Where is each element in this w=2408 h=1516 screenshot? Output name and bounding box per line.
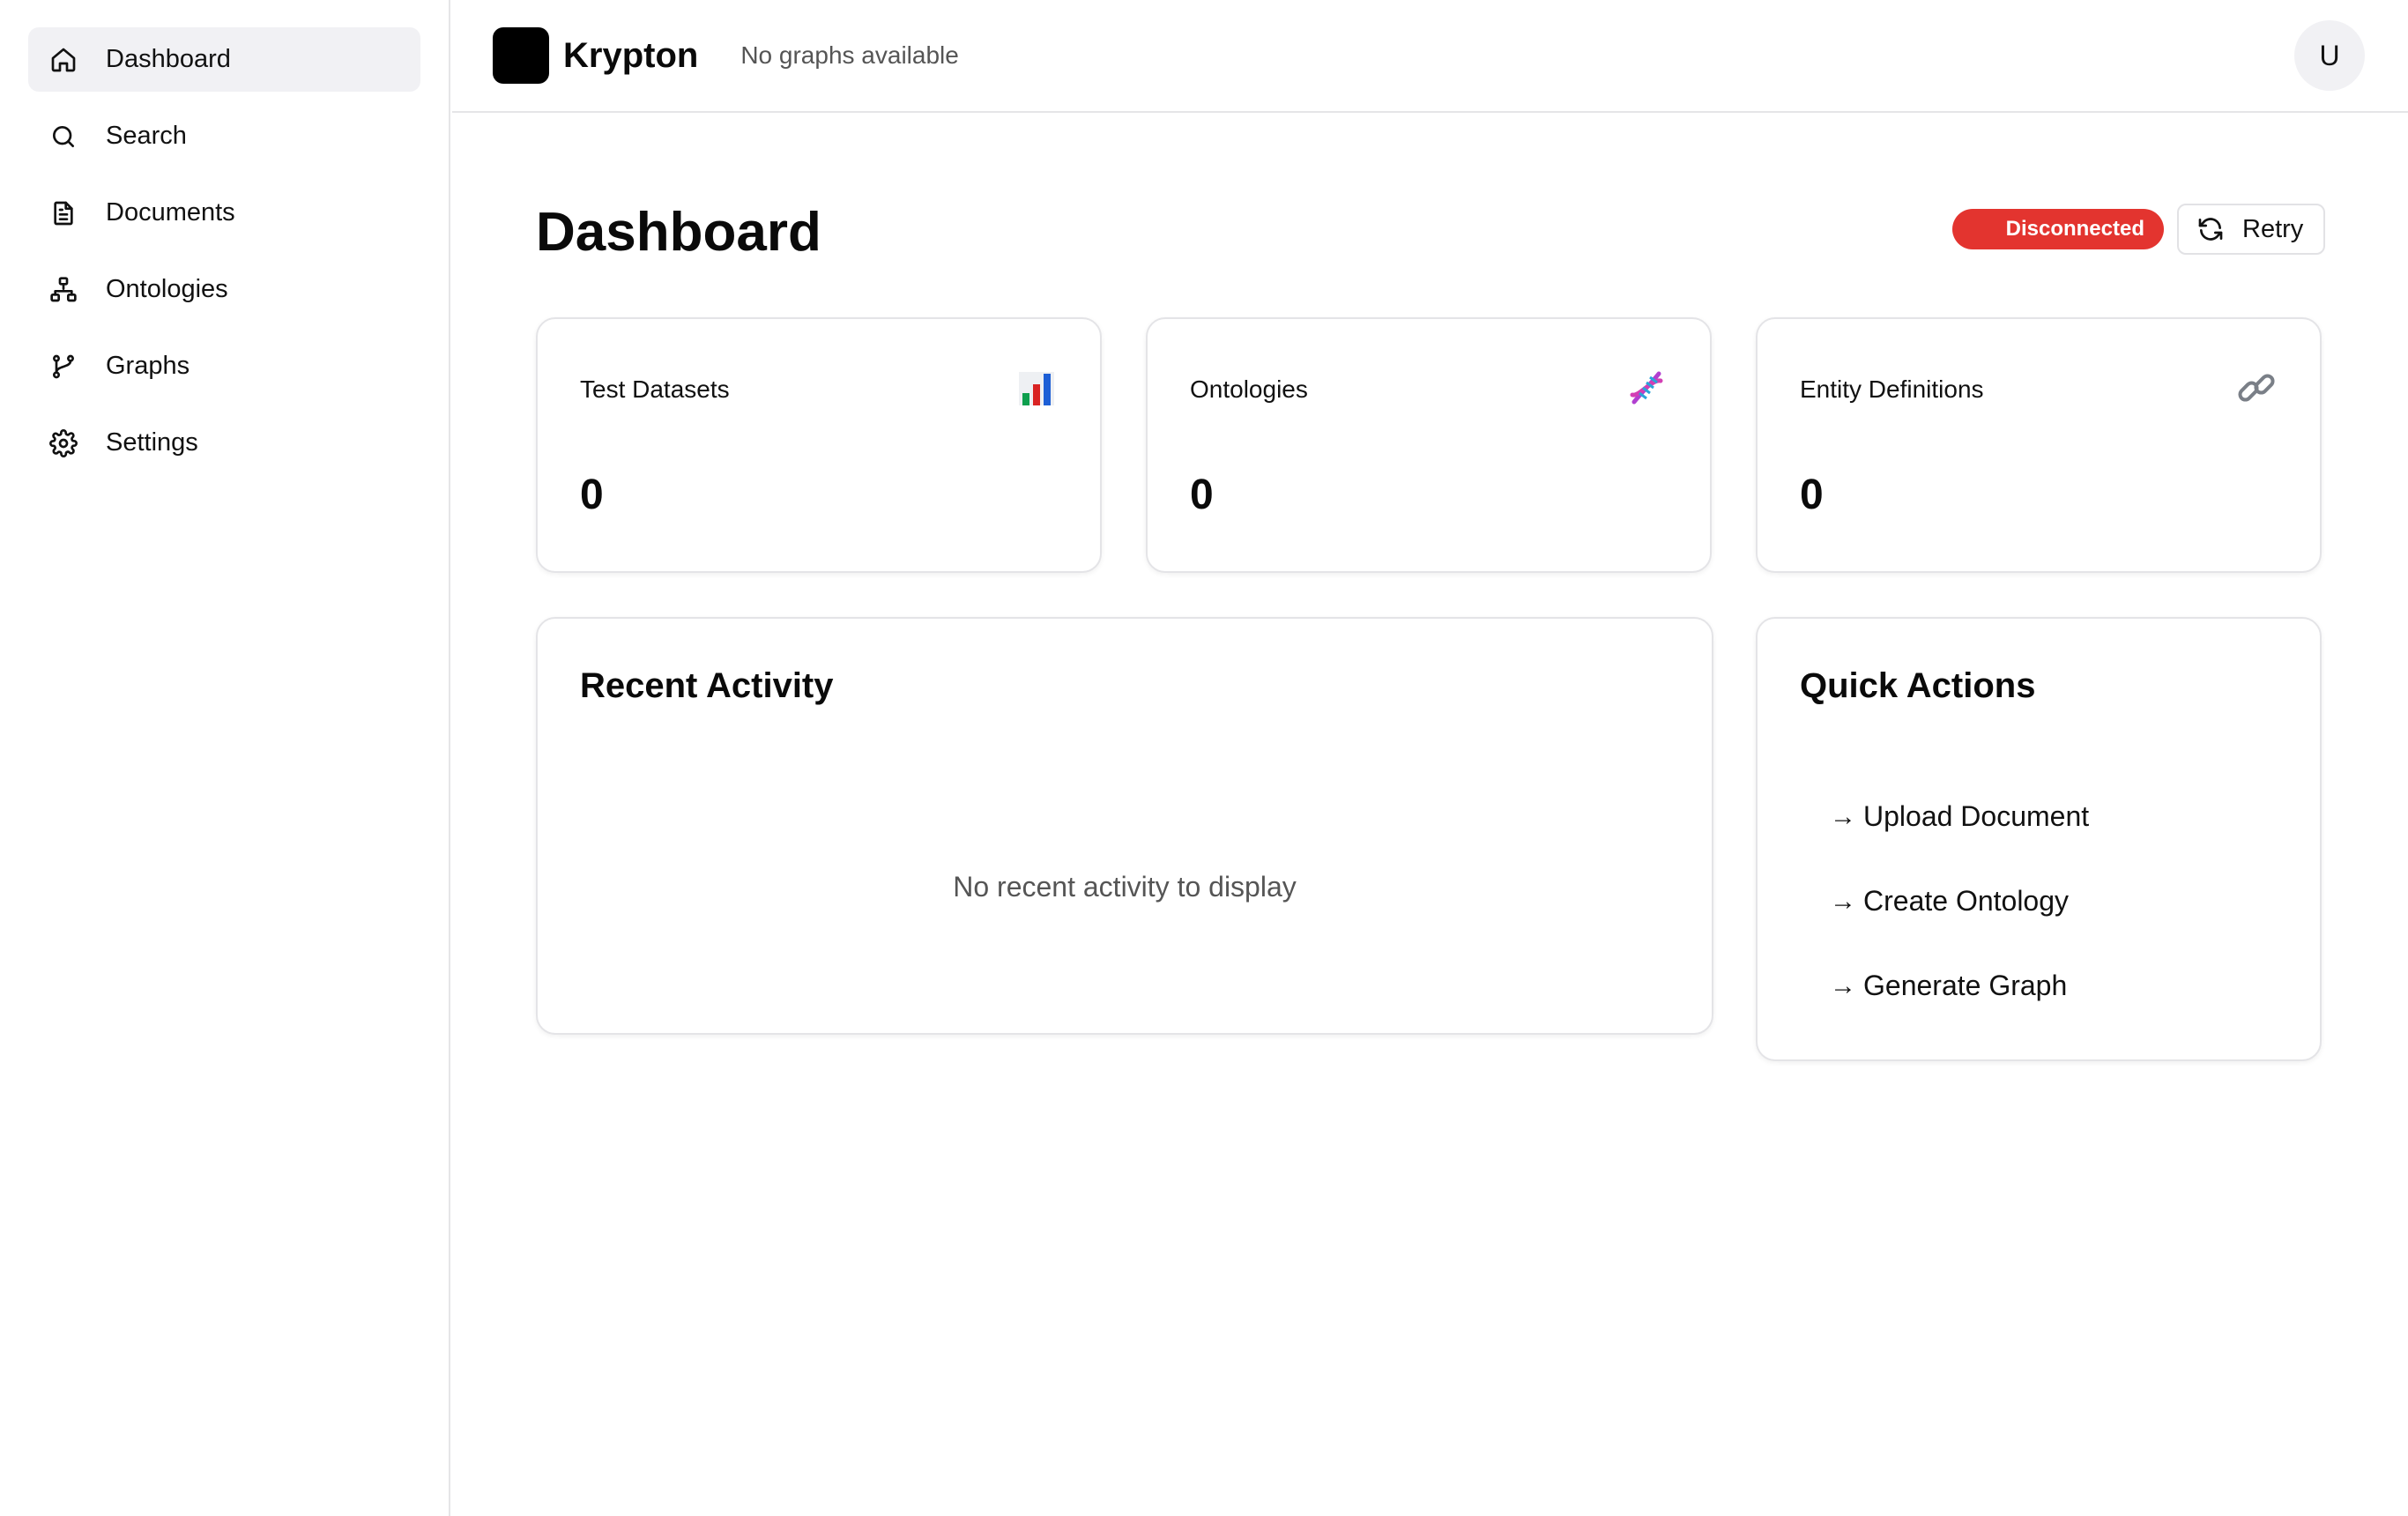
quick-actions-card: Quick Actions → Upload Document → Create… (1756, 617, 2322, 1061)
top-header: Krypton No graphs available U (452, 0, 2408, 113)
sidebar-item-settings[interactable]: Settings (28, 411, 420, 475)
page-title: Dashboard (536, 202, 821, 263)
quick-action-label: Create Ontology (1863, 885, 2070, 917)
avatar-initial: U (2319, 39, 2340, 71)
recent-activity-empty-text: No recent activity to display (953, 871, 1297, 903)
bar-chart-icon (1019, 372, 1054, 405)
git-branch-icon (48, 351, 79, 383)
sidebar-item-label: Search (106, 122, 187, 150)
stat-label: Ontologies (1190, 375, 1308, 403)
stat-card-test-datasets: Test Datasets 0 (536, 317, 1102, 573)
graph-selector-status[interactable]: No graphs available (740, 41, 959, 70)
gear-icon (48, 427, 79, 459)
sidebar-item-search[interactable]: Search (28, 104, 420, 168)
sidebar-item-label: Dashboard (106, 45, 231, 73)
sidebar-item-ontologies[interactable]: Ontologies (28, 257, 420, 322)
stat-card-ontologies: Ontologies 0 (1146, 317, 1712, 573)
sidebar-item-label: Settings (106, 428, 198, 457)
quick-action-create-ontology[interactable]: → Create Ontology (1830, 885, 2069, 918)
retry-label: Retry (2242, 214, 2304, 243)
user-avatar[interactable]: U (2294, 20, 2365, 91)
link-icon (2238, 374, 2275, 402)
brand-logo[interactable] (493, 27, 549, 84)
quick-actions-title: Quick Actions (1800, 666, 2036, 705)
stat-card-entity-definitions: Entity Definitions 0 (1756, 317, 2322, 573)
app-root: Dashboard Search Documents Ontologies Gr… (0, 0, 2408, 1516)
arrow-right-icon: → (1830, 970, 1856, 1000)
stat-label: Entity Definitions (1800, 375, 1984, 403)
stat-label: Test Datasets (580, 375, 730, 403)
quick-action-generate-graph[interactable]: → Generate Graph (1830, 970, 2067, 1002)
connection-status-badge: Disconnected (1952, 209, 2164, 249)
home-icon (48, 44, 79, 76)
sidebar-item-label: Documents (106, 198, 235, 227)
arrow-right-icon: → (1830, 886, 1856, 916)
recent-activity-card: Recent Activity No recent activity to di… (536, 617, 1713, 1035)
sidebar-item-documents[interactable]: Documents (28, 181, 420, 245)
quick-action-label: Upload Document (1863, 800, 2090, 832)
sidebar: Dashboard Search Documents Ontologies Gr… (0, 0, 450, 1516)
stat-value: 0 (580, 472, 604, 518)
document-icon (48, 197, 79, 229)
sidebar-item-label: Graphs (106, 352, 190, 380)
stat-value: 0 (1800, 472, 1824, 518)
search-icon (48, 121, 79, 152)
arrow-right-icon: → (1830, 801, 1856, 831)
recent-activity-title: Recent Activity (580, 666, 834, 705)
sidebar-item-graphs[interactable]: Graphs (28, 334, 420, 398)
brand-name[interactable]: Krypton (563, 36, 698, 76)
sidebar-item-label: Ontologies (106, 275, 228, 303)
quick-action-upload-document[interactable]: → Upload Document (1830, 800, 2089, 833)
refresh-icon (2198, 218, 2223, 241)
stat-value: 0 (1190, 472, 1214, 518)
sidebar-item-dashboard[interactable]: Dashboard (28, 27, 420, 92)
quick-action-label: Generate Graph (1863, 970, 2068, 1001)
dna-icon (1630, 371, 1663, 405)
hierarchy-icon (48, 274, 79, 306)
retry-button[interactable]: Retry (2177, 204, 2325, 255)
